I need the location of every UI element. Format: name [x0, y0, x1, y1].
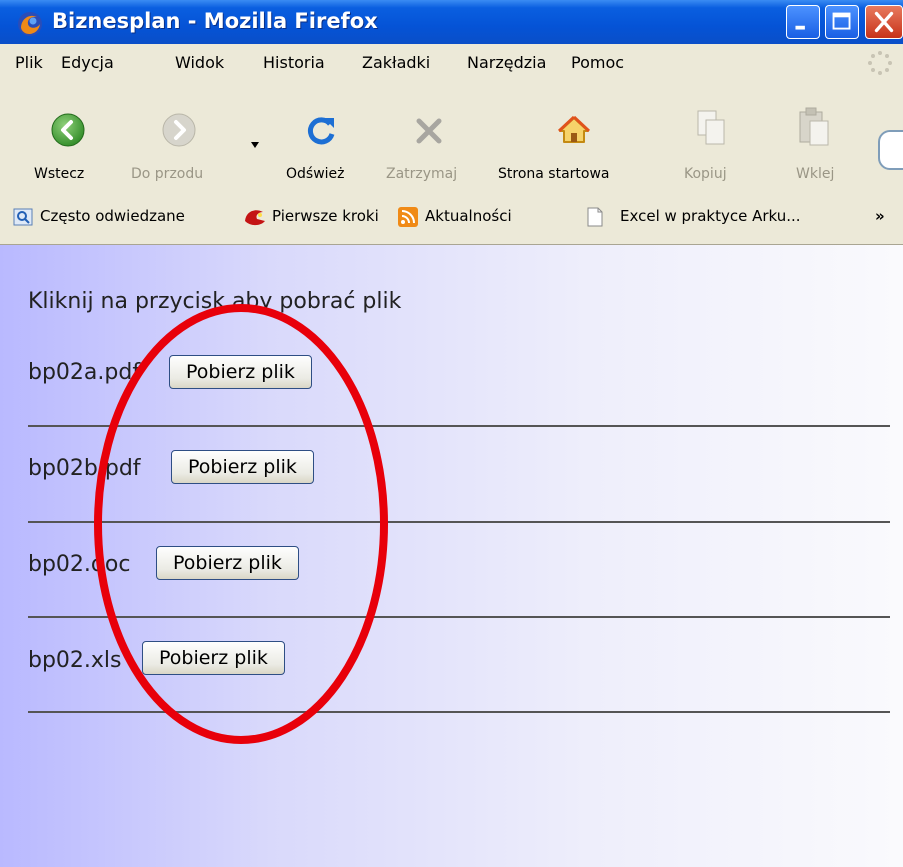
maximize-icon [832, 12, 851, 30]
back-label: Wstecz [34, 166, 85, 182]
bookmarks-overflow-chevron[interactable]: » [875, 207, 885, 225]
paste-icon [799, 107, 829, 146]
reload-button[interactable]: Odśwież [284, 82, 374, 194]
menu-bar: Plik Edycja Widok Historia Zakładki Narz… [0, 44, 903, 83]
home-icon [558, 115, 590, 143]
reload-label: Odśwież [286, 166, 345, 182]
file-name: bp02a.pdf [28, 360, 141, 385]
window-title: Biznesplan - Mozilla Firefox [52, 9, 378, 33]
close-icon [874, 11, 894, 33]
menu-item-tools[interactable]: Narzędzia [467, 53, 546, 72]
menu-item-file[interactable]: Plik [15, 53, 43, 72]
firefox-icon [18, 12, 42, 36]
minimize-button[interactable] [786, 5, 820, 39]
paste-label: Wklej [796, 166, 835, 182]
paste-button[interactable]: Wklej [784, 82, 854, 194]
home-button[interactable]: Strona startowa [496, 82, 656, 194]
bookmark-getting-started[interactable]: Pierwsze kroki [272, 207, 379, 225]
copy-button[interactable]: Kopiuj [680, 82, 750, 194]
copy-icon [697, 110, 725, 145]
bookmark-most-visited[interactable]: Często odwiedzane [40, 207, 185, 225]
bookmarks-toolbar: Często odwiedzane Pierwsze kroki Aktualn… [0, 194, 903, 245]
url-bar-edge[interactable] [878, 130, 903, 170]
navigation-toolbar: Wstecz Do przodu Odśwież Zatrzymaj Stron… [0, 82, 903, 195]
firefox-red-icon [245, 210, 265, 226]
menu-item-bookmarks[interactable]: Zakładki [362, 53, 430, 72]
forward-button[interactable]: Do przodu [125, 82, 235, 194]
file-name: bp02.doc [28, 552, 131, 577]
menu-item-edit[interactable]: Edycja [61, 53, 114, 72]
stop-icon [416, 118, 442, 144]
download-button[interactable]: Pobierz plik [156, 546, 299, 580]
menu-item-help[interactable]: Pomoc [571, 53, 624, 72]
history-dropdown-icon[interactable] [251, 142, 259, 148]
menu-item-view[interactable]: Widok [175, 53, 224, 72]
rss-icon [398, 207, 418, 227]
menu-item-history[interactable]: Historia [263, 53, 325, 72]
stop-button[interactable]: Zatrzymaj [384, 82, 484, 194]
download-button[interactable]: Pobierz plik [142, 641, 285, 675]
divider [28, 521, 890, 523]
page-icon [587, 207, 603, 227]
back-button[interactable]: Wstecz [20, 82, 100, 194]
download-button[interactable]: Pobierz plik [169, 355, 312, 389]
back-arrow-icon [51, 113, 85, 147]
divider [28, 711, 890, 713]
intro-text: Kliknij na przycisk aby pobrać plik [28, 289, 402, 314]
file-name: bp02.xls [28, 648, 122, 673]
reload-icon [307, 117, 335, 145]
home-label: Strona startowa [498, 166, 610, 182]
stop-label: Zatrzymaj [386, 166, 458, 182]
close-button[interactable] [865, 5, 903, 39]
bookmark-folder-icon [13, 208, 33, 226]
download-button[interactable]: Pobierz plik [171, 450, 314, 484]
maximize-button[interactable] [825, 5, 859, 39]
throbber-icon [868, 51, 892, 75]
bookmark-news[interactable]: Aktualności [425, 207, 512, 225]
copy-label: Kopiuj [684, 166, 727, 182]
divider [28, 616, 890, 618]
minimize-icon [795, 25, 805, 30]
divider [28, 425, 890, 427]
file-name: bp02b.pdf [28, 456, 141, 481]
page-content: Kliknij na przycisk aby pobrać plik bp02… [0, 245, 903, 867]
forward-label: Do przodu [131, 166, 204, 182]
title-bar[interactable]: Biznesplan - Mozilla Firefox [0, 0, 903, 45]
bookmark-excel[interactable]: Excel w praktyce Arku... [620, 207, 801, 225]
forward-arrow-icon [162, 113, 196, 147]
